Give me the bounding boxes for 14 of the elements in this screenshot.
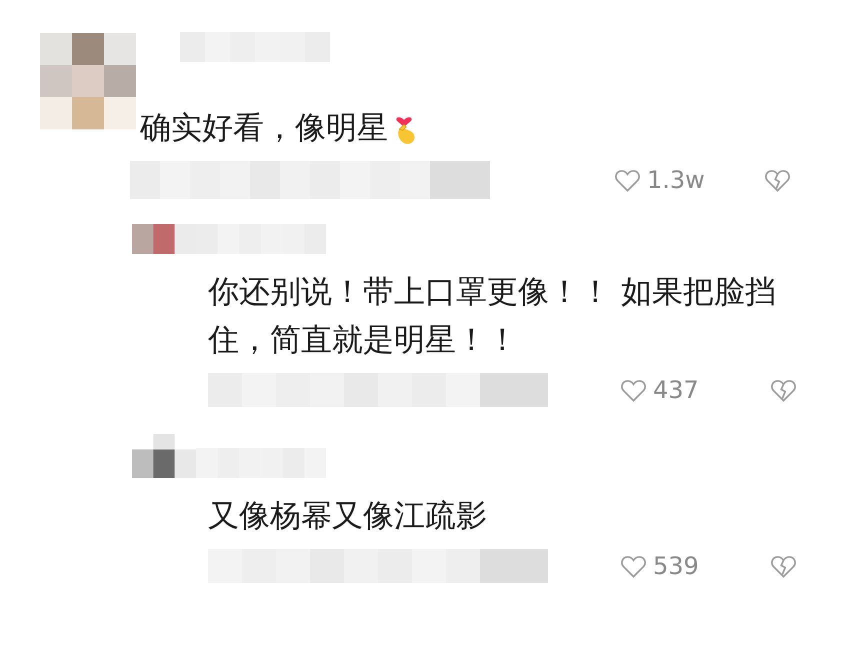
reply-text: 又像杨幂又像江疏影 [208, 497, 487, 536]
like-count: 437 [653, 376, 699, 404]
broken-heart-icon[interactable] [770, 378, 797, 402]
comment-text: 确实好看，像明星 [140, 109, 388, 148]
pixelated-avatar [132, 224, 196, 254]
pixelated-avatar [132, 434, 196, 478]
heart-icon[interactable] [620, 378, 647, 402]
broken-heart-icon[interactable] [764, 168, 791, 192]
like-count: 539 [653, 552, 699, 580]
like-count: 1.3w [647, 166, 705, 194]
heart-icon[interactable] [620, 554, 647, 578]
broken-heart-icon[interactable] [770, 554, 797, 578]
heart-icon[interactable] [614, 168, 641, 192]
reply-text: 你还别说！带上口罩更像！！ 如果把脸挡住，简直就是明星！！ [208, 273, 777, 360]
